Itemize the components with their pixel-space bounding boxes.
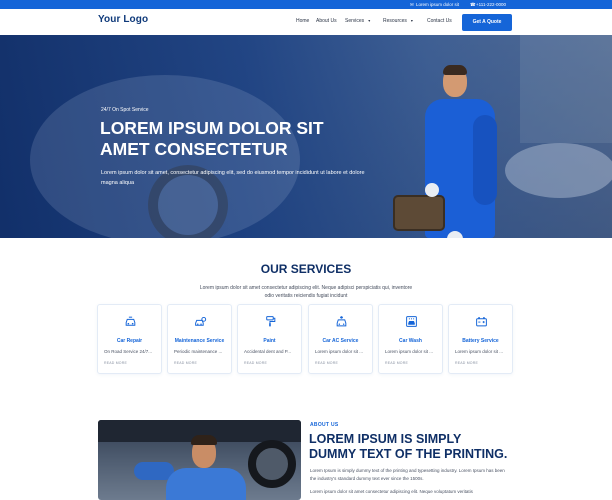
service-card[interactable]: Car Wash Lorem ipsum dolor sit ... READ … xyxy=(378,304,443,374)
chevron-down-icon: ▾ xyxy=(368,18,371,23)
nav-contact[interactable]: Contact Us xyxy=(427,18,452,24)
about-paragraph: Lorem Ipsum is simply dummy text of the … xyxy=(310,468,505,481)
mechanic-hair xyxy=(443,65,467,75)
topbar-email-text: Lorem ipsum dolor sit xyxy=(416,2,460,7)
read-more-link[interactable]: READ MORE xyxy=(455,361,478,365)
get-quote-button[interactable]: Get A Quote xyxy=(462,14,512,31)
nav-about[interactable]: About Us xyxy=(316,18,337,24)
service-card-title: Battery Service xyxy=(462,338,499,344)
phone-icon: ☎ xyxy=(470,2,476,7)
email-icon: ✉ xyxy=(410,2,414,7)
service-card[interactable]: Maintenance Service Periodic maintenance… xyxy=(167,304,232,374)
service-card[interactable]: Car AC Service Lorem ipsum dolor sit ...… xyxy=(308,304,373,374)
about-image xyxy=(98,420,301,500)
services-description: Lorem ipsum dolor sit amet consectetur a… xyxy=(199,285,413,299)
hero-description: Lorem ipsum dolor sit amet, consectetur … xyxy=(101,170,365,186)
mechanic-body xyxy=(166,468,246,500)
about-title: LOREM IPSUM IS SIMPLY DUMMY TEXT OF THE … xyxy=(309,432,508,461)
service-card-title: Car Repair xyxy=(116,338,143,344)
nav-resources[interactable]: Resources ▾ xyxy=(383,18,413,24)
hero-section: 24/7 On Spot Service LOREM IPSUM DOLOR S… xyxy=(0,35,612,238)
engine-part xyxy=(393,195,445,231)
service-card-text: Lorem ipsum dolor sit ... xyxy=(315,349,364,354)
service-card-text: Periodic maintenance ... xyxy=(174,349,223,354)
paint-icon xyxy=(264,315,277,328)
mechanic-glove xyxy=(425,183,439,197)
services-title: OUR SERVICES xyxy=(260,262,352,276)
service-card-title: Car Wash xyxy=(399,338,422,344)
car-ac-icon xyxy=(335,315,348,328)
nav-services-label: Services xyxy=(345,18,365,24)
topbar-phone[interactable]: ☎+111-222-0000 xyxy=(470,0,506,9)
nav-services[interactable]: Services ▾ xyxy=(345,18,370,24)
read-more-link[interactable]: READ MORE xyxy=(244,361,267,365)
hero-background-car-right xyxy=(505,143,612,198)
car-wash-icon xyxy=(405,315,418,328)
read-more-link[interactable]: READ MORE xyxy=(104,361,127,365)
mechanic-hair xyxy=(191,435,217,445)
about-paragraph: Lorem ipsum dolor sit amet consectetur a… xyxy=(310,489,473,494)
car-repair-icon xyxy=(124,315,137,328)
hero-mechanic-image xyxy=(385,65,500,238)
hero-title: LOREM IPSUM DOLOR SIT AMET CONSECTETUR xyxy=(100,118,324,159)
site-header: Your Logo Home About Us Services ▾ Resour… xyxy=(0,9,612,35)
service-card[interactable]: Battery Service Lorem ipsum dolor sit ..… xyxy=(448,304,513,374)
top-bar: ✉ Lorem ipsum dolor sit ☎+111-222-0000 xyxy=(0,0,612,9)
read-more-link[interactable]: READ MORE xyxy=(315,361,338,365)
maintenance-icon xyxy=(194,315,207,328)
chevron-down-icon: ▾ xyxy=(410,18,413,23)
service-card-text: Lorem ipsum dolor sit ... xyxy=(455,349,504,354)
service-card[interactable]: Paint Accidental dent and P... READ MORE xyxy=(237,304,302,374)
nav-resources-label: Resources xyxy=(383,18,407,24)
service-card-text: Lorem ipsum dolor sit ... xyxy=(385,349,434,354)
mechanic-arm xyxy=(473,115,497,205)
service-card-text: Accidental dent and P... xyxy=(244,349,291,354)
services-cards: Car Repair On Road Service 24/7... READ … xyxy=(97,304,513,374)
service-card-title: Maintenance Service xyxy=(174,338,225,344)
topbar-email[interactable]: ✉ Lorem ipsum dolor sit xyxy=(410,0,459,9)
service-card[interactable]: Car Repair On Road Service 24/7... READ … xyxy=(97,304,162,374)
service-card-title: Car AC Service xyxy=(322,338,359,344)
about-tag: ABOUT US xyxy=(310,422,339,428)
hero-background-lift xyxy=(520,35,612,143)
site-logo[interactable]: Your Logo xyxy=(98,14,148,25)
car-wheel xyxy=(248,440,296,488)
nav-home[interactable]: Home xyxy=(296,18,309,24)
topbar-phone-text: +111-222-0000 xyxy=(476,2,506,7)
read-more-link[interactable]: READ MORE xyxy=(385,361,408,365)
service-card-text: On Road Service 24/7... xyxy=(104,349,153,354)
battery-icon xyxy=(475,315,488,328)
hero-tagline: 24/7 On Spot Service xyxy=(101,107,149,113)
read-more-link[interactable]: READ MORE xyxy=(174,361,197,365)
service-card-title: Paint xyxy=(263,338,276,344)
